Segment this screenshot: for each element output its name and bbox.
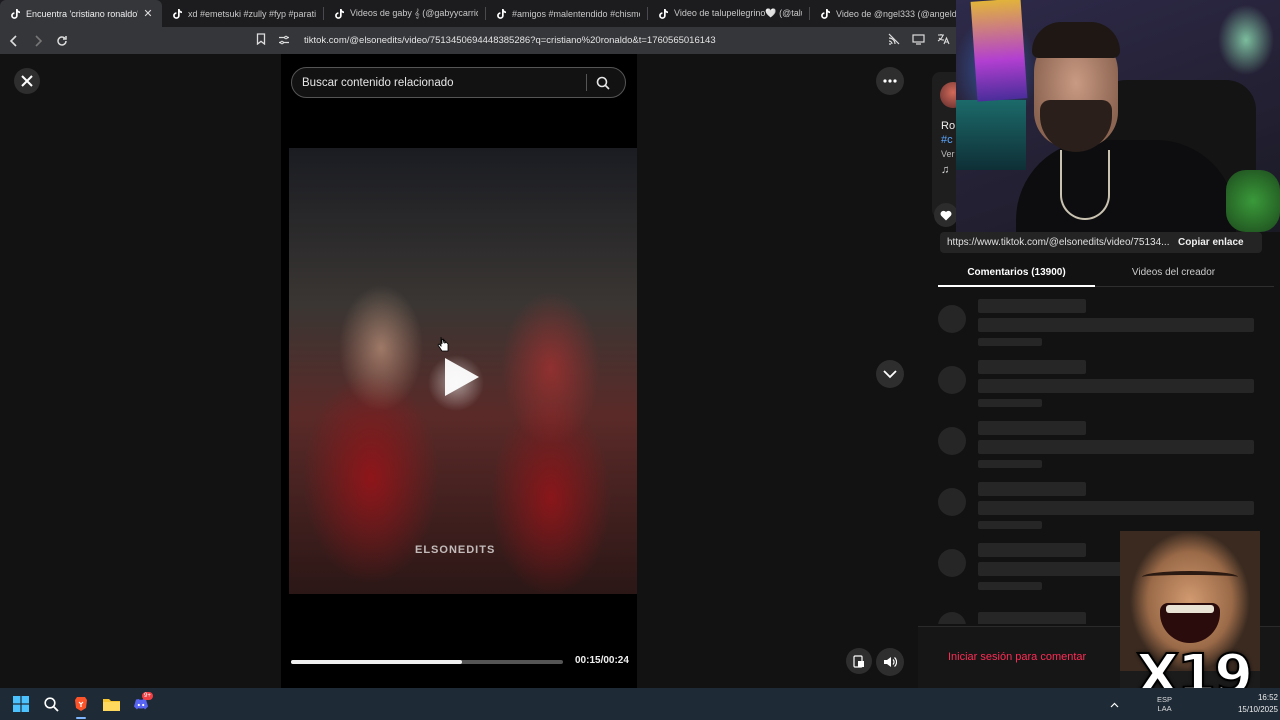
browser-tab[interactable]: Videos de gaby 𝄞 (@gabyycarrion [324,0,486,27]
video-time: 00:15/00:24 [575,655,629,666]
cast-off-icon[interactable] [888,33,900,48]
video-progress-bar[interactable] [291,660,563,664]
picture-in-picture-button[interactable] [846,648,872,674]
language-code: ESP [1157,695,1173,704]
close-icon [21,75,33,87]
video-progress-fill [291,660,463,664]
discord-icon[interactable]: 9+ [126,688,156,720]
chevron-down-icon [883,369,897,378]
taskbar-clock[interactable]: 16:52 15/10/2025 [1224,692,1278,716]
comment-skeleton [938,299,1254,353]
search-icon[interactable] [589,69,617,97]
volume-button[interactable] [876,648,904,676]
url-text: tiktok.com/@elsonedits/video/75134506944… [304,35,716,46]
share-url[interactable]: https://www.tiktok.com/@elsonedits/video… [947,237,1169,248]
video-watermark: ELSONEDITS [415,544,496,556]
meme-eyes [1142,571,1238,583]
tiktok-icon [496,8,506,19]
panel-tabs: Comentarios (13900) Videos del creador [938,259,1274,287]
tiktok-icon [820,8,830,19]
login-to-comment-link[interactable]: Iniciar sesión para comentar [948,651,1086,663]
letterbox [281,148,289,594]
like-button[interactable] [934,203,958,227]
webcam-plant [1226,170,1280,232]
webcam-chain [1060,150,1110,220]
webcam-poster [970,0,1028,102]
more-options-button[interactable] [876,67,904,95]
reload-icon[interactable] [52,31,72,51]
back-icon[interactable] [4,31,24,51]
tab-creator-videos[interactable]: Videos del creador [1095,259,1252,286]
browser-tab[interactable]: #amigos #malentendido #chismoso [486,0,648,27]
video-player[interactable]: ELSONEDITS 00:15/00:24 [281,54,637,688]
windows-taskbar: 9+ ESP LAA 16:52 15/10/2025 [0,688,1280,720]
search-icon[interactable] [36,688,66,720]
tab-close-icon[interactable]: ✕ [142,7,154,20]
meme-teeth [1166,605,1214,613]
clock-time: 16:52 [1257,693,1278,702]
next-video-button[interactable] [876,360,904,388]
comment-skeleton [938,360,1254,414]
more-icon [883,79,897,83]
windows-start-icon[interactable] [6,688,36,720]
clock-date: 15/10/2025 [1237,705,1278,714]
tab-title: Encuentra 'cristiano ronaldo' en [26,8,138,19]
tab-title: Video de talupellegrino🤍 (@talupe [674,8,802,18]
system-tray: ESP LAA [1110,688,1172,720]
browser-tab-active[interactable]: Encuentra 'cristiano ronaldo' en ✕ [0,0,162,27]
see-more-link[interactable]: Ver [941,149,955,159]
related-search-box[interactable] [291,67,626,98]
close-video-button[interactable] [14,68,40,94]
pip-icon [853,654,864,668]
search-divider [586,74,587,91]
cursor-icon [437,336,449,355]
tiktok-icon [172,8,182,19]
comment-skeleton [938,421,1254,475]
music-icon[interactable]: ♫ [941,164,949,176]
play-icon[interactable] [439,354,483,403]
heart-icon [940,210,952,220]
screen-icon[interactable] [912,33,925,48]
toolbar-actions [888,33,950,48]
language-indicator[interactable]: ESP LAA [1157,695,1172,713]
forward-icon[interactable] [28,31,48,51]
browser-tab[interactable]: Video de talupellegrino🤍 (@talupe [648,0,810,27]
language-layout: LAA [1157,704,1172,713]
tiktok-icon [658,8,668,19]
bookmark-icon[interactable] [256,33,266,48]
copy-link-button[interactable]: Copiar enlace [1178,237,1244,248]
search-input[interactable] [302,76,582,89]
chevron-up-icon[interactable] [1110,697,1119,711]
brave-browser-icon[interactable] [66,688,96,720]
webcam-hair [1032,22,1120,58]
browser-tab[interactable]: xd #emetsuki #zully #fyp #paratii #s [162,0,324,27]
browser-tab[interactable]: Video de @ngel333 (@angeldela [810,0,972,27]
tab-title: #amigos #malentendido #chismoso [512,8,640,19]
hashtag-link[interactable]: #c [941,134,953,146]
comment-skeleton [938,482,1254,536]
translate-icon[interactable] [937,33,950,48]
tab-title: xd #emetsuki #zully #fyp #paratii #s [188,8,316,19]
discord-badge: 9+ [142,692,153,700]
webcam-shelf [956,100,1026,170]
volume-icon [884,657,897,667]
site-info-icon[interactable] [278,34,290,48]
streamer-webcam [956,0,1280,232]
tiktok-icon [10,8,20,19]
tab-title: Videos de gaby 𝄞 (@gabyycarrion [350,8,478,18]
laughing-meme-overlay: X19 [1120,531,1260,709]
video-description: Ro [941,120,956,132]
tab-comments[interactable]: Comentarios (13900) [938,259,1095,287]
address-bar[interactable]: tiktok.com/@elsonedits/video/75134506944… [256,30,956,51]
share-link-row: https://www.tiktok.com/@elsonedits/video… [940,232,1262,253]
video-frame[interactable]: ELSONEDITS [281,148,637,594]
file-explorer-icon[interactable] [96,688,126,720]
tiktok-icon [334,8,344,19]
tab-title: Video de @ngel333 (@angeldela [836,8,964,19]
